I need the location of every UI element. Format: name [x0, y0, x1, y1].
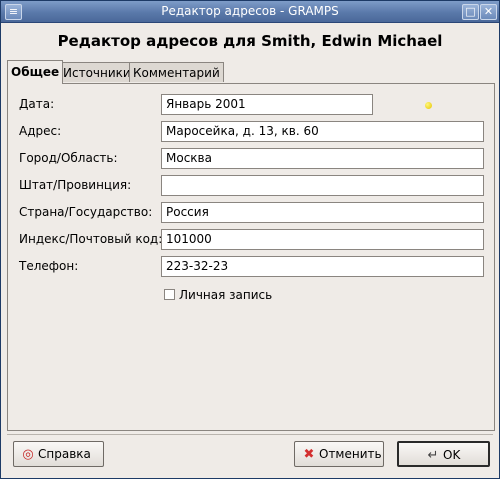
maximize-button[interactable]: □: [462, 4, 479, 20]
private-record-label: Личная запись: [179, 288, 273, 302]
help-button-label: Справка: [38, 447, 91, 461]
phone-field[interactable]: 223-32-23: [161, 256, 484, 277]
ok-button-label: OK: [443, 448, 461, 462]
address-label: Адрес:: [19, 124, 62, 138]
close-button[interactable]: ✕: [480, 4, 497, 20]
cancel-button-label: Отменить: [319, 447, 382, 461]
tab-notes[interactable]: Комментарий: [129, 62, 224, 82]
date-field[interactable]: Январь 2001: [161, 94, 373, 115]
state-label: Штат/Провинция:: [19, 178, 132, 192]
button-separator: [7, 434, 493, 435]
window-title: Редактор адресов - GRAMPS: [161, 4, 339, 18]
yellow-dot-icon: [425, 102, 432, 109]
checkbox-box[interactable]: [164, 289, 175, 300]
country-label: Страна/Государство:: [19, 205, 153, 219]
city-label: Город/Область:: [19, 151, 118, 165]
phone-label: Телефон:: [19, 259, 79, 273]
date-label: Дата:: [19, 97, 55, 111]
city-field[interactable]: Москва: [161, 148, 484, 169]
dialog-heading: Редактор адресов для Smith, Edwin Michae…: [57, 32, 443, 50]
red-x-icon: ✖: [303, 447, 315, 462]
enter-arrow-icon: ↵: [427, 448, 439, 463]
title-bar[interactable]: ≡ Редактор адресов - GRAMPS □ ✕: [1, 1, 499, 23]
private-record-checkbox[interactable]: Личная запись: [164, 288, 272, 302]
cancel-button[interactable]: ✖ Отменить: [294, 441, 384, 467]
postal-code-field[interactable]: 101000: [161, 229, 484, 250]
ok-button[interactable]: ↵ OK: [397, 441, 490, 467]
lifebuoy-icon: ◎: [22, 447, 34, 462]
tab-sources[interactable]: Источники: [59, 62, 135, 82]
state-field[interactable]: [161, 175, 484, 196]
postal-code-label: Индекс/Почтовый код:: [19, 232, 163, 246]
country-field[interactable]: Россия: [161, 202, 484, 223]
address-field[interactable]: Маросейка, д. 13, кв. 60: [161, 121, 484, 142]
help-button[interactable]: ◎ Справка: [13, 441, 104, 467]
address-editor-window: ≡ Редактор адресов - GRAMPS □ ✕ Редактор…: [0, 0, 500, 479]
tab-general[interactable]: Общее: [7, 60, 64, 84]
